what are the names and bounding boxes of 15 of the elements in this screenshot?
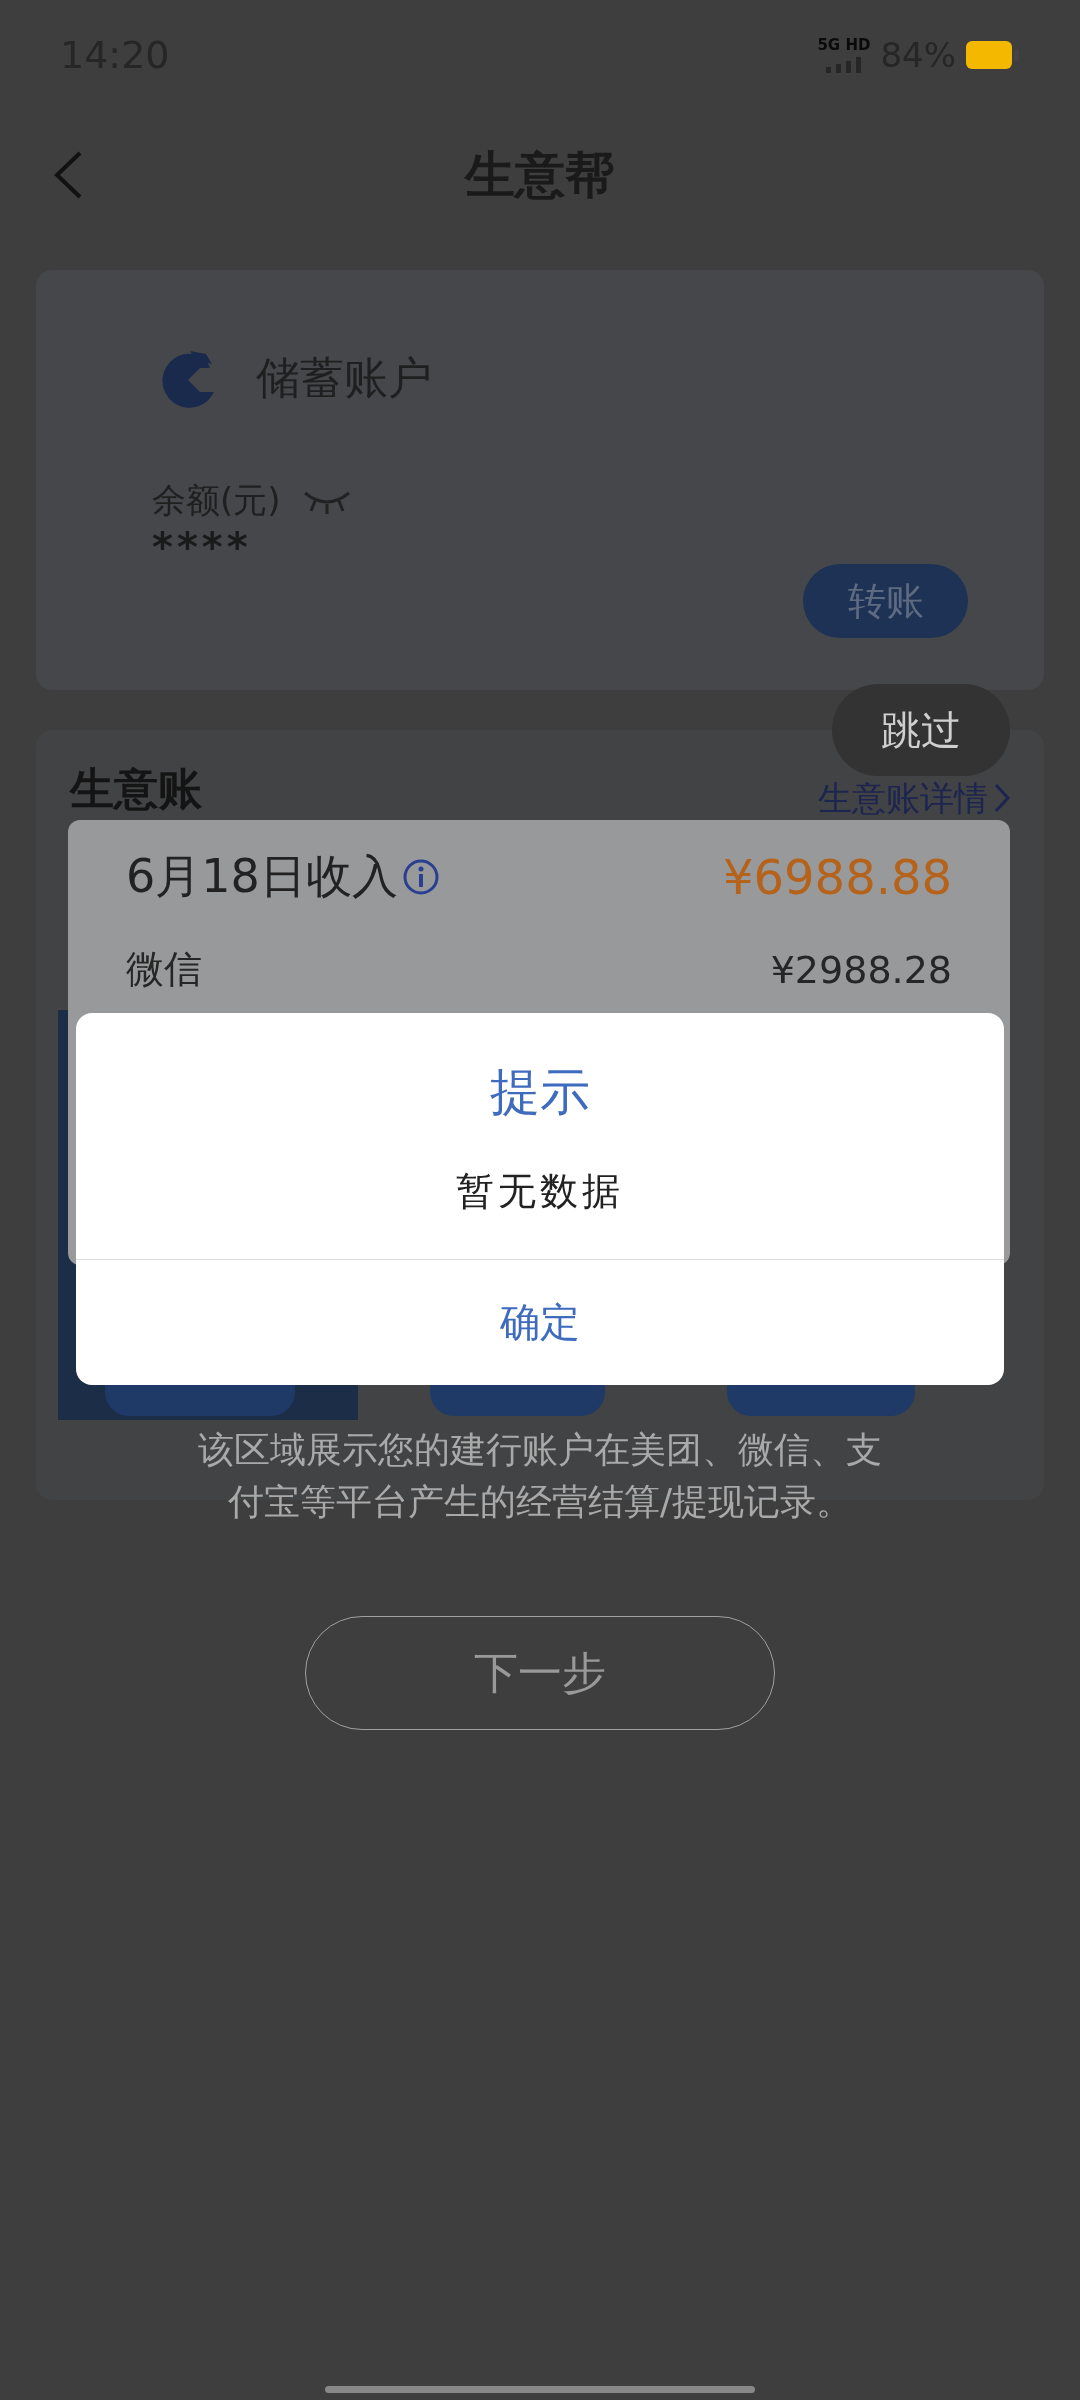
income-total: ¥6988.88	[722, 849, 952, 905]
income-amount: ¥2988.28	[770, 947, 952, 992]
chevron-right-icon	[994, 783, 1010, 813]
balance-value: ****	[152, 524, 253, 570]
dialog-message: 暂无数据	[455, 1168, 625, 1215]
skip-button[interactable]: 跳过	[832, 684, 1010, 776]
income-source: 微信	[126, 946, 202, 993]
income-title: 6月18日收入	[126, 848, 398, 905]
battery-icon	[966, 41, 1020, 69]
guide-description: 该区域展示您的建行账户在美团、微信、支付宝等平台产生的经营结算/提现记录。	[197, 1428, 883, 1524]
back-icon[interactable]	[52, 150, 84, 200]
transfer-button[interactable]: 转账	[803, 564, 968, 638]
dialog-title: 提示	[489, 1062, 591, 1123]
confirm-button[interactable]: 确定	[76, 1260, 1004, 1385]
info-icon[interactable]	[401, 858, 440, 896]
